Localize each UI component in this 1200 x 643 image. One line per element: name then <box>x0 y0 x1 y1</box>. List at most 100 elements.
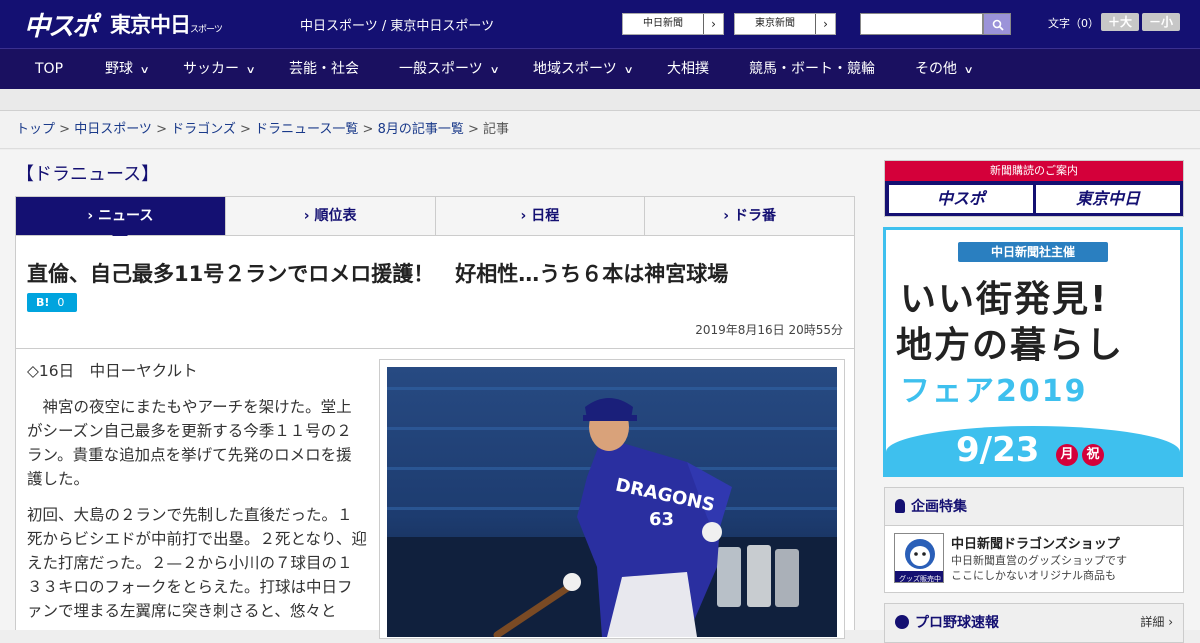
pro-baseball-detail-link[interactable]: 詳細 › <box>1140 613 1173 630</box>
pro-baseball-header: プロ野球速報 <box>895 612 999 632</box>
search-input[interactable] <box>860 13 983 35</box>
article-photo[interactable]: DRAGONS 63 <box>387 367 837 637</box>
tokyo-chunichi-logo[interactable]: 東京中日スポーツ <box>110 9 223 39</box>
pro-baseball-title: プロ野球速報 <box>915 615 999 631</box>
hatena-count: 0 <box>57 296 65 309</box>
chevron-right-icon: › <box>823 17 828 31</box>
nav-item-local-sports[interactable]: 地域スポーツ ∨ <box>533 49 634 89</box>
regional-fair-banner[interactable]: 中日新聞社主催 いい街発見! 地方の暮らし フェア2019 9/23 月 祝 <box>883 227 1183 477</box>
article-body: ◇16日 中日ーヤクルト 神宮の夜空にまたもやアーチを架けた。堂上がシーズン自己… <box>15 349 855 639</box>
fair-headline-2: 地方の暮らし <box>896 325 1125 366</box>
nav-item-racing[interactable]: 競馬・ボート・競輪 <box>749 49 875 89</box>
fair-headline-1: いい街発見! <box>900 279 1109 320</box>
font-larger-button[interactable]: ＋大 <box>1101 13 1139 31</box>
chevron-down-icon: ∨ <box>139 65 150 76</box>
article-paragraph: 初回、大島の２ランで先制した直後だった。１死からビシエドが中前打で出塁。２死とな… <box>27 506 367 620</box>
breadcrumb-separator: > <box>55 122 75 137</box>
feature-box: 企画特集 グッズ販売中 中日新聞ドラゴンズショップ 中日新聞直営のグッズショップ… <box>884 487 1184 593</box>
tab-news[interactable]: › ニュース <box>16 197 226 243</box>
search-button[interactable] <box>983 13 1011 35</box>
breadcrumb-separator: > <box>151 122 172 137</box>
fair-date-band: 9/23 月 祝 <box>886 426 1180 474</box>
tab-standings[interactable]: › 順位表 <box>226 197 436 235</box>
chevron-right-icon: › <box>711 17 716 31</box>
nav-label: 大相撲 <box>667 61 709 77</box>
breadcrumb-dora-news-list[interactable]: ドラニュース一覧 <box>255 122 358 137</box>
article-header: 直倫、自己最多11号２ランでロメロ援護！ 好相性…うち６本は神宮球場 B! 0 2… <box>15 236 855 349</box>
chunichi-shimbun-button[interactable]: 中日新聞 › <box>622 13 724 35</box>
breadcrumb-top[interactable]: トップ <box>16 122 55 137</box>
breadcrumb-august-list[interactable]: 8月の記事一覧 <box>378 122 464 137</box>
nav-label: TOP <box>35 61 64 77</box>
chunichi-shimbun-label: 中日新聞 <box>623 14 704 34</box>
top-header: 中スポ 東京中日スポーツ 中日スポーツ / 東京中日スポーツ 中日新聞 › 東京… <box>0 0 1200 48</box>
subscription-chuspo: 中スポ <box>889 185 1033 213</box>
shop-image-text: グッズ販売中 <box>899 574 941 583</box>
article-headline: 直倫、自己最多11号２ランでロメロ援護！ 好相性…うち６本は神宮球場 <box>27 262 729 286</box>
nav-item-sumo[interactable]: 大相撲 <box>667 49 709 89</box>
fair-date: 9/23 <box>956 430 1040 470</box>
baseball-icon <box>895 615 909 629</box>
pin-icon <box>895 499 905 513</box>
breadcrumb-separator: > <box>358 122 378 137</box>
tokyo-logo-sub: スポーツ <box>190 25 223 35</box>
nav-item-entertainment[interactable]: 芸能・社会 <box>289 49 359 89</box>
fair-holiday-badge: 祝 <box>1082 444 1104 466</box>
font-smaller-button[interactable]: －小 <box>1142 13 1180 31</box>
news-tabs: › ニュース › 順位表 › 日程 › ドラ番 <box>15 196 855 243</box>
feature-header: 企画特集 <box>885 488 1183 526</box>
pro-baseball-scores: プロ野球速報 詳細 › <box>884 603 1184 643</box>
search-icon <box>992 19 1004 31</box>
player-photo-illustration: DRAGONS 63 <box>387 367 837 637</box>
breadcrumb-separator: > <box>463 122 484 137</box>
hatena-icon: B! <box>36 296 50 309</box>
nav-item-general-sports[interactable]: 一般スポーツ ∨ <box>399 49 500 89</box>
subscription-title: 新聞購読のご案内 <box>885 161 1183 181</box>
mascot-icon: グッズ販売中 <box>895 539 943 583</box>
breadcrumb: トップ > 中日スポーツ > ドラゴンズ > ドラニュース一覧 > 8月の記事一… <box>0 111 1200 149</box>
fair-organizer-tag: 中日新聞社主催 <box>958 242 1108 262</box>
fair-day-badge: 月 <box>1056 444 1078 466</box>
tokyo-shimbun-label: 東京新聞 <box>735 14 816 34</box>
chevron-down-icon: ∨ <box>489 65 500 76</box>
nav-item-top[interactable]: TOP <box>35 49 63 89</box>
ad-band <box>0 89 1200 111</box>
subscription-banner[interactable]: 新聞購読のご案内 中スポ 東京中日 <box>884 160 1184 217</box>
nav-item-baseball[interactable]: 野球 ∨ <box>105 49 150 89</box>
main-nav: TOP 野球 ∨ サッカー ∨ 芸能・社会 一般スポーツ ∨ 地域スポーツ ∨ 大相撲 … <box>0 48 1200 89</box>
font-size-label: 文字（0） <box>1048 17 1099 30</box>
hatena-bookmark-button[interactable]: B! 0 <box>27 293 77 312</box>
chevron-down-icon: ∨ <box>963 65 974 76</box>
jersey-number: 63 <box>649 509 674 530</box>
tokyo-logo-text: 東京中日 <box>110 13 191 37</box>
article-photo-frame: DRAGONS 63 <box>379 359 845 639</box>
site-names: 中日スポーツ / 東京中日スポーツ <box>300 19 495 34</box>
nav-item-soccer[interactable]: サッカー ∨ <box>183 49 256 89</box>
article-paragraph: ◇16日 中日ーヤクルト <box>27 362 198 380</box>
shop-desc-line: 中日新聞直営のグッズショップです <box>951 554 1127 567</box>
nav-label: 地域スポーツ <box>533 61 617 77</box>
breadcrumb-separator: > <box>235 122 256 137</box>
nav-label: 芸能・社会 <box>289 61 359 77</box>
breadcrumb-dragons[interactable]: ドラゴンズ <box>171 122 236 137</box>
breadcrumb-current: 記事 <box>483 122 510 137</box>
nav-label: 一般スポーツ <box>399 61 483 77</box>
fair-headline-3: フェア2019 <box>900 374 1088 409</box>
tokyo-shimbun-button[interactable]: 東京新聞 › <box>734 13 836 35</box>
breadcrumb-chunichi-sports[interactable]: 中日スポーツ <box>74 122 152 137</box>
section-title: 【ドラニュース】 <box>16 164 160 185</box>
article-date: 2019年8月16日 20時55分 <box>695 323 843 337</box>
tab-schedule[interactable]: › 日程 <box>436 197 646 235</box>
tab-dora-ban[interactable]: › ドラ番 <box>645 197 854 235</box>
article-paragraph: 神宮の夜空にまたもやアーチを架けた。堂上がシーズン自己最多を更新する今季１１号の… <box>27 398 352 488</box>
dragons-shop-link[interactable]: 中日新聞ドラゴンズショップ <box>951 533 1120 552</box>
article-text: ◇16日 中日ーヤクルト 神宮の夜空にまたもやアーチを架けた。堂上がシーズン自己… <box>27 359 367 635</box>
chuspo-logo[interactable]: 中スポ <box>24 6 98 43</box>
dragons-shop-description: 中日新聞直営のグッズショップです ここにしかないオリジナル商品も <box>951 553 1127 583</box>
chevron-down-icon: ∨ <box>245 65 256 76</box>
chevron-down-icon: ∨ <box>623 65 634 76</box>
nav-label: サッカー <box>183 61 239 77</box>
nav-label: その他 <box>915 61 957 77</box>
dragons-shop-image[interactable]: グッズ販売中 <box>894 533 944 583</box>
nav-item-other[interactable]: その他 ∨ <box>915 49 974 89</box>
